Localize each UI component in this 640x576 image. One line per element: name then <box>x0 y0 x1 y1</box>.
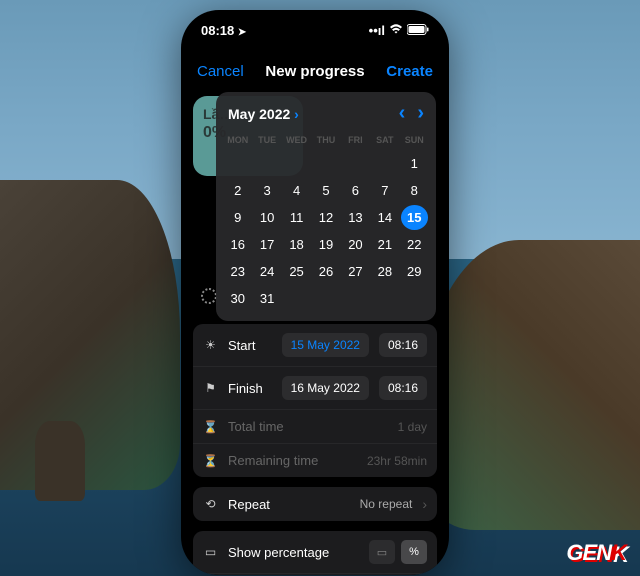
total-time-value: 1 day <box>398 420 427 434</box>
calendar-day[interactable]: 24 <box>253 259 280 284</box>
remaining-time-row: ⏳ Remaining time 23hr 58min <box>193 443 437 477</box>
time-section: ☀ Start 15 May 2022 08:16 ⚑ Finish 16 Ma… <box>193 324 437 477</box>
repeat-label: Repeat <box>228 497 350 512</box>
finish-date-button[interactable]: 16 May 2022 <box>282 376 369 400</box>
sun-icon: ☀ <box>203 338 218 352</box>
finish-time-button[interactable]: 08:16 <box>379 376 427 400</box>
calendar-day[interactable]: 31 <box>253 286 280 311</box>
flag-icon: ⚑ <box>203 381 218 395</box>
calendar-prev-button[interactable]: ‹ <box>399 102 406 125</box>
hourglass-icon: ⌛ <box>203 420 218 434</box>
status-bar: 08:18 ➤ ••ıl <box>181 10 449 50</box>
calendar-day[interactable]: 14 <box>371 205 398 230</box>
calendar-popover: May 2022 ‹ › MONTUEWEDTHUFRISATSUN000000… <box>216 92 436 321</box>
calendar-dow: TUE <box>253 131 280 149</box>
calendar-dow: THU <box>312 131 339 149</box>
wifi-icon <box>389 23 403 38</box>
calendar-dow: FRI <box>342 131 369 149</box>
phone-frame: 08:18 ➤ ••ıl Cancel New progress Create … <box>181 10 449 575</box>
calendar-day[interactable]: 11 <box>283 205 310 230</box>
display-bar-button[interactable]: ▭ <box>369 540 395 564</box>
color-wheel-icon <box>201 288 217 304</box>
calendar-day[interactable]: 15 <box>401 205 428 230</box>
calendar-day[interactable]: 4 <box>283 178 310 203</box>
cancel-button[interactable]: Cancel <box>197 63 244 80</box>
repeat-icon: ⟲ <box>203 497 218 511</box>
calendar-day[interactable]: 13 <box>342 205 369 230</box>
calendar-grid: MONTUEWEDTHUFRISATSUN0000001234567891011… <box>224 131 428 311</box>
calendar-day[interactable]: 10 <box>253 205 280 230</box>
calendar-day[interactable]: 26 <box>312 259 339 284</box>
calendar-day[interactable]: 27 <box>342 259 369 284</box>
start-time-button[interactable]: 08:16 <box>379 333 427 357</box>
page-title: New progress <box>265 63 364 80</box>
hourglass-flow-icon: ⏳ <box>203 454 218 468</box>
repeat-row[interactable]: ⟲ Repeat No repeat › <box>193 487 437 521</box>
status-indicators: ••ıl <box>369 23 429 38</box>
repeat-section: ⟲ Repeat No repeat › <box>193 487 437 521</box>
progress-icon: ▭ <box>203 545 218 559</box>
status-time: 08:18 ➤ <box>201 23 246 38</box>
calendar-day[interactable]: 2 <box>224 178 251 203</box>
signal-icon: ••ıl <box>369 23 385 38</box>
calendar-day[interactable]: 6 <box>342 178 369 203</box>
start-label: Start <box>228 338 272 353</box>
total-time-label: Total time <box>228 419 388 434</box>
calendar-day[interactable]: 28 <box>371 259 398 284</box>
repeat-value: No repeat <box>360 497 413 511</box>
show-percentage-label: Show percentage <box>228 545 359 560</box>
show-percentage-row: ▭ Show percentage ▭ % <box>193 531 437 573</box>
calendar-day[interactable]: 23 <box>224 259 251 284</box>
calendar-day[interactable]: 3 <box>253 178 280 203</box>
calendar-month-picker[interactable]: May 2022 <box>228 106 299 122</box>
count-up-row: ⇅ Count up ↓ ↑ <box>193 573 437 575</box>
watermark-logo: GENK <box>566 540 626 566</box>
calendar-day[interactable]: 12 <box>312 205 339 230</box>
calendar-day[interactable]: 5 <box>312 178 339 203</box>
total-time-row: ⌛ Total time 1 day <box>193 409 437 443</box>
calendar-dow: MON <box>224 131 251 149</box>
calendar-day[interactable]: 21 <box>371 232 398 257</box>
calendar-dow: SAT <box>371 131 398 149</box>
calendar-day[interactable]: 1 <box>401 151 428 176</box>
calendar-day[interactable]: 17 <box>253 232 280 257</box>
create-button[interactable]: Create <box>386 63 433 80</box>
finish-label: Finish <box>228 381 272 396</box>
start-row: ☀ Start 15 May 2022 08:16 <box>193 324 437 366</box>
calendar-day[interactable]: 22 <box>401 232 428 257</box>
battery-icon <box>407 23 429 38</box>
calendar-day[interactable]: 9 <box>224 205 251 230</box>
finish-row: ⚑ Finish 16 May 2022 08:16 <box>193 366 437 409</box>
start-date-button[interactable]: 15 May 2022 <box>282 333 369 357</box>
calendar-day[interactable]: 25 <box>283 259 310 284</box>
calendar-day[interactable]: 7 <box>371 178 398 203</box>
calendar-day[interactable]: 20 <box>342 232 369 257</box>
nav-bar: Cancel New progress Create <box>181 50 449 92</box>
remaining-time-label: Remaining time <box>228 453 357 468</box>
chevron-right-icon: › <box>422 496 427 512</box>
remaining-time-value: 23hr 58min <box>367 454 427 468</box>
calendar-dow: SUN <box>401 131 428 149</box>
location-icon: ➤ <box>238 27 246 38</box>
display-section: ▭ Show percentage ▭ % ⇅ Count up ↓ ↑ <box>193 531 437 575</box>
calendar-dow: WED <box>283 131 310 149</box>
display-percent-button[interactable]: % <box>401 540 427 564</box>
calendar-day[interactable]: 30 <box>224 286 251 311</box>
calendar-day[interactable]: 29 <box>401 259 428 284</box>
calendar-next-button[interactable]: › <box>417 102 424 125</box>
calendar-day[interactable]: 18 <box>283 232 310 257</box>
calendar-day[interactable]: 16 <box>224 232 251 257</box>
calendar-day[interactable]: 8 <box>401 178 428 203</box>
calendar-day[interactable]: 19 <box>312 232 339 257</box>
